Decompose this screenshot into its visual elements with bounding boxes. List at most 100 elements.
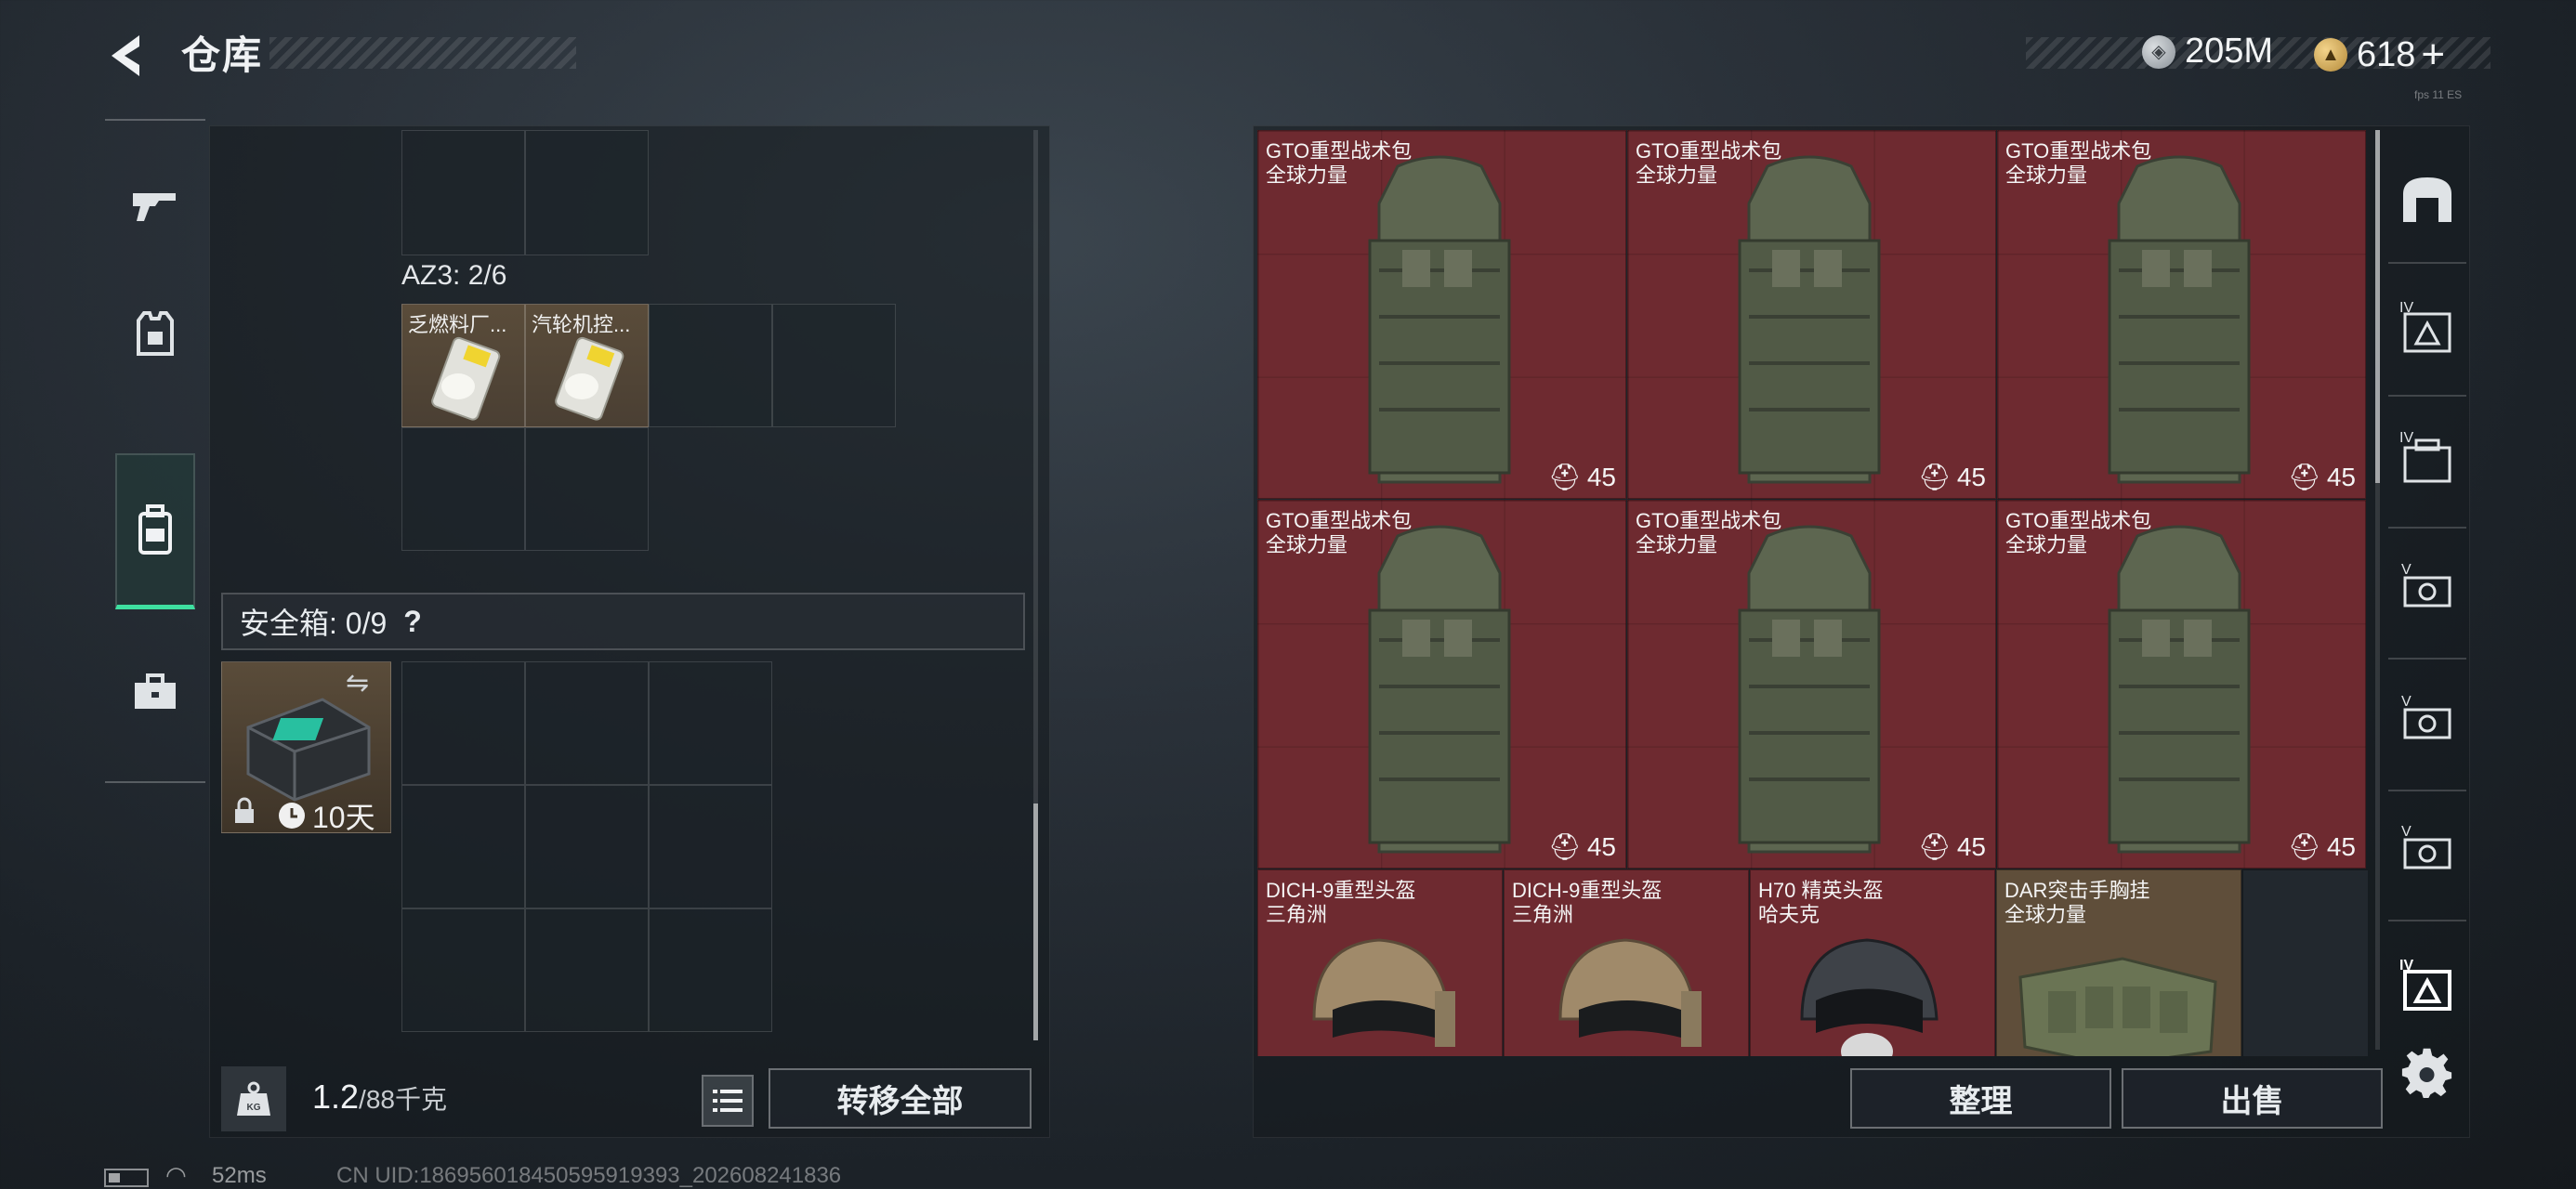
grid-cell[interactable]: [401, 130, 525, 255]
filter-tier5-ticket[interactable]: V: [2388, 680, 2466, 758]
category-rail: [105, 119, 205, 783]
weight-max: /88千克: [359, 1085, 447, 1114]
filter-divider: [2388, 527, 2466, 529]
safebox-slot[interactable]: [525, 785, 649, 908]
category-backpack[interactable]: [115, 453, 195, 609]
svg-text:IV: IV: [2399, 430, 2413, 446]
item-capacity: ⛑ 45: [1548, 462, 1616, 492]
safebox-slot[interactable]: [649, 908, 772, 1032]
carry-weight: 1.2/88千克: [312, 1078, 447, 1117]
grid-cell[interactable]: [649, 304, 772, 427]
capacity-value: 45: [1586, 462, 1616, 491]
page-title: 仓库: [181, 33, 264, 77]
grid-cell[interactable]: [525, 427, 649, 551]
filter-tier4-kit[interactable]: IV: [2388, 288, 2466, 366]
inventory-item-backpack[interactable]: GTO重型战术包 全球力量 ⛑ 45: [1257, 500, 1626, 869]
version-label: fps 11 ES: [2414, 88, 2463, 101]
rail-divider: [105, 781, 205, 783]
filter-divider: [2388, 920, 2466, 921]
currency-gold[interactable]: ▲ 618 +: [2314, 32, 2445, 78]
backpack-item-icon: [2108, 155, 2251, 484]
clipboard-item-icon: [431, 336, 501, 421]
category-weapon[interactable]: [116, 165, 194, 243]
safebox-slot[interactable]: [525, 908, 649, 1032]
category-armor[interactable]: [116, 295, 194, 373]
transfer-all-button[interactable]: 转移全部: [769, 1068, 1032, 1129]
filter-all[interactable]: [2388, 160, 2466, 238]
inventory-item-backpack[interactable]: GTO重型战术包 全球力量 ⛑ 45: [1627, 500, 1996, 869]
battery-icon: [104, 1169, 149, 1187]
capacity-value: 45: [1956, 462, 1986, 491]
sort-button[interactable]: 整理: [1850, 1068, 2111, 1129]
arch-filter-icon: [2403, 177, 2451, 222]
safebox-label: 安全箱: 0/9: [240, 607, 388, 640]
swap-icon[interactable]: ⇋: [346, 667, 369, 699]
inventory-item-chestrig[interactable]: DAR突击手胸挂 全球力量: [1996, 869, 2241, 1056]
svg-text:V: V: [2401, 824, 2412, 840]
storage-scroll-thumb[interactable]: [1033, 804, 1038, 1040]
filter-tier4-kit-selected[interactable]: IV: [2388, 946, 2466, 1024]
storage-item[interactable]: 乏燃料厂...: [401, 304, 525, 427]
filter-tier5-ticket[interactable]: V: [2388, 810, 2466, 888]
safebox-slot[interactable]: [401, 661, 525, 785]
helmet-icon: ⛑: [2288, 832, 2321, 861]
filter-divider: [2388, 395, 2466, 397]
sell-button[interactable]: 出售: [2122, 1068, 2383, 1129]
inventory-scroll-thumb[interactable]: [2375, 130, 2380, 483]
safebox-timer-value: 10天: [312, 801, 375, 834]
safebox-slot[interactable]: [401, 908, 525, 1032]
inventory-item-helmet[interactable]: DICH-9重型头盔 三角洲: [1504, 869, 1749, 1056]
currency-gold-plus: +: [2421, 32, 2446, 77]
backpack-item-icon: [1368, 525, 1511, 854]
list-view-button[interactable]: [702, 1075, 754, 1127]
filter-tier4-case[interactable]: IV: [2388, 418, 2466, 496]
silver-coin-icon: ◈: [2142, 34, 2175, 69]
tier5-ticket-icon: V: [2401, 824, 2451, 869]
weight-icon-box: KG: [221, 1066, 286, 1131]
uid-label: CN UID:1869560184505959193​93_2026082418…: [336, 1163, 842, 1188]
settings-gear-icon[interactable]: [2400, 1045, 2456, 1101]
category-toolbox[interactable]: [116, 653, 194, 731]
item-faction: 全球力量: [2005, 163, 2088, 187]
backpack-item-icon: [1738, 525, 1881, 854]
helmet-icon: ⛑: [1918, 463, 1952, 491]
helmet-icon: ⛑: [1548, 463, 1582, 491]
backpack-item-icon: [1368, 155, 1511, 484]
empty-slot[interactable]: [2242, 869, 2368, 1056]
weight-icon: KG: [237, 1081, 270, 1116]
safebox-slot[interactable]: [401, 785, 525, 908]
clock-icon: [279, 803, 305, 829]
helmet-item-icon: [1800, 938, 1939, 1056]
safebox-slot[interactable]: [649, 661, 772, 785]
inventory-item-helmet[interactable]: H70 精英头盔 哈夫克: [1750, 869, 1995, 1056]
item-faction: 全球力量: [1636, 533, 1718, 556]
weight-icon-text: KG: [247, 1103, 261, 1113]
grid-cell[interactable]: [772, 304, 896, 427]
helmet-icon: ⛑: [2288, 463, 2321, 491]
capacity-value: 45: [2326, 831, 2356, 861]
item-faction: 全球力量: [2005, 533, 2088, 556]
inventory-item-backpack[interactable]: GTO重型战术包 全球力量 ⛑ 45: [1627, 130, 1996, 499]
back-arrow-icon[interactable]: [102, 28, 158, 84]
help-icon[interactable]: ?: [403, 605, 422, 639]
ping-label: 52ms: [212, 1163, 267, 1188]
safebox-slot[interactable]: [525, 661, 649, 785]
item-name: 乏燃料厂...: [408, 313, 507, 336]
filter-tier5-ticket[interactable]: V: [2388, 548, 2466, 626]
safebox-slot[interactable]: [649, 785, 772, 908]
grid-cell[interactable]: [401, 427, 525, 551]
inventory-item-backpack[interactable]: GTO重型战术包 全球力量 ⛑ 45: [1257, 130, 1626, 499]
inventory-item-backpack[interactable]: GTO重型战术包 全球力量 ⛑ 45: [1997, 500, 2366, 869]
az3-capacity-label: AZ3: 2/6: [401, 260, 507, 291]
currency-silver: ◈ 205M: [2142, 32, 2273, 72]
grid-cell[interactable]: [525, 130, 649, 255]
tier4-kit-icon: IV: [2399, 300, 2451, 353]
item-capacity: ⛑ 45: [1918, 831, 1986, 862]
filter-divider: [2388, 658, 2466, 660]
inventory-item-helmet[interactable]: DICH-9重型头盔 三角洲: [1257, 869, 1503, 1056]
filter-divider: [2388, 790, 2466, 791]
storage-item[interactable]: 汽轮机控...: [525, 304, 649, 427]
toolbox-icon: [135, 673, 176, 709]
inventory-item-backpack[interactable]: GTO重型战术包 全球力量 ⛑ 45: [1997, 130, 2366, 499]
clipboard-item-icon: [555, 336, 624, 421]
